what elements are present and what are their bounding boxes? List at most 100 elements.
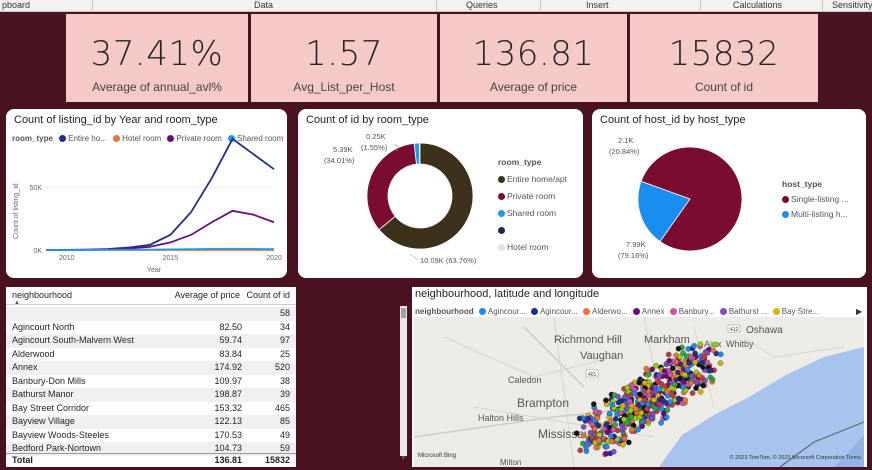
map-point[interactable] [656, 386, 662, 392]
map-point[interactable] [697, 341, 704, 347]
map-point[interactable] [656, 373, 662, 379]
map-point[interactable] [639, 423, 645, 430]
map-point[interactable] [603, 450, 609, 457]
map-point[interactable] [591, 425, 598, 432]
map-point[interactable] [653, 362, 659, 369]
map-point[interactable] [603, 397, 609, 404]
map-point[interactable] [636, 414, 643, 420]
map-point[interactable] [644, 406, 650, 412]
map-point[interactable] [577, 447, 583, 454]
map-point[interactable] [608, 438, 615, 445]
legend-item[interactable]: Single-listing ... [782, 192, 849, 207]
map-point[interactable] [660, 397, 667, 404]
map-point[interactable] [620, 441, 626, 448]
legend-item[interactable]: Hotel room [498, 239, 567, 256]
map-point[interactable] [583, 444, 589, 451]
map-point[interactable] [621, 435, 628, 442]
map-point[interactable] [699, 359, 706, 366]
map-point[interactable] [658, 420, 664, 426]
map-point[interactable] [658, 406, 665, 412]
map-point[interactable] [626, 439, 632, 446]
map-point[interactable] [688, 354, 694, 360]
map-point[interactable] [712, 341, 718, 348]
map-point[interactable] [573, 430, 580, 436]
map-point[interactable] [691, 343, 697, 349]
map-point[interactable] [680, 350, 686, 356]
map-point[interactable] [627, 392, 634, 398]
table-row[interactable]: Bayview Village 122.13 85 [6, 415, 296, 429]
legend-item[interactable] [498, 222, 567, 239]
map-point[interactable] [709, 376, 716, 383]
ribbon-tab-sensitivity[interactable]: Sensitivity [832, 0, 872, 11]
map-point[interactable] [652, 405, 658, 412]
map-point[interactable] [661, 383, 668, 390]
map-point[interactable] [689, 390, 696, 396]
map-point[interactable] [580, 424, 587, 430]
table-scrollbar[interactable] [400, 306, 407, 456]
scroll-down-icon[interactable]: ▼ [400, 455, 407, 462]
map-point[interactable] [628, 414, 634, 420]
legend-item[interactable]: Agincour... [488, 307, 526, 316]
map-point[interactable] [596, 432, 603, 438]
map-point[interactable] [576, 415, 583, 422]
legend-item[interactable]: Bay Stre... [782, 307, 819, 316]
ribbon-tab-calculations[interactable]: Calculations [733, 0, 782, 11]
map-point[interactable] [672, 381, 678, 388]
map-point[interactable] [675, 395, 682, 402]
map-point[interactable] [682, 397, 688, 403]
table-row[interactable]: Agincourt South-Malvern West 59.74 97 [6, 334, 296, 348]
map-point[interactable] [632, 406, 639, 412]
map-point[interactable] [621, 416, 627, 423]
map-point[interactable] [627, 398, 633, 405]
map-point[interactable] [682, 371, 688, 378]
map-point[interactable] [688, 380, 694, 387]
map-point[interactable] [648, 415, 655, 422]
pie-chart-card[interactable]: Count of host_id by host_type 2.1K (20.8… [592, 109, 866, 278]
header-neighbourhood[interactable]: neighbourhood [12, 289, 72, 303]
series-line-entire-ho-[interactable] [45, 137, 275, 251]
map-point[interactable] [593, 444, 599, 451]
legend-item[interactable]: Alderwo... [592, 307, 628, 316]
map-point[interactable] [661, 368, 668, 374]
map-point[interactable] [696, 372, 702, 379]
map-point[interactable] [694, 379, 700, 385]
map-point[interactable] [675, 369, 681, 376]
map-point[interactable] [580, 432, 587, 439]
series-line-private-room[interactable] [45, 209, 275, 251]
table-row[interactable]: Annex 174.92 520 [6, 361, 296, 375]
map-point[interactable] [704, 359, 711, 366]
map-point[interactable] [707, 367, 713, 374]
map-point[interactable] [700, 382, 706, 389]
map-point[interactable] [666, 357, 672, 364]
map-point[interactable] [610, 426, 617, 433]
table-row[interactable]: Agincourt North 82.50 34 [6, 321, 296, 335]
map-point[interactable] [650, 397, 657, 403]
kpi-listings-per-host[interactable]: 1.57 Avg_List_per_Host [251, 14, 437, 102]
map-point[interactable] [710, 347, 717, 354]
map-point[interactable] [612, 422, 619, 428]
header-average-price[interactable]: Average of price [175, 289, 240, 303]
map-card[interactable]: neighbourhood, latitude and longitude ne… [412, 287, 867, 467]
map-point[interactable] [609, 401, 616, 408]
map-point[interactable] [604, 443, 610, 450]
slice-private-room[interactable] [366, 142, 417, 231]
map-point[interactable] [612, 416, 619, 422]
map-attribution[interactable]: © 2023 TomTom, © 2023 Microsoft Corporat… [730, 455, 861, 461]
map-point[interactable] [660, 410, 667, 417]
table-row[interactable]: 58 [6, 307, 296, 321]
map-point[interactable] [681, 379, 687, 385]
neighbourhood-table[interactable]: neighbourhood Average of price Count of … [6, 287, 296, 467]
table-row[interactable]: Bathurst Manor 198.87 39 [6, 388, 296, 402]
map-point[interactable] [611, 448, 617, 455]
map-point[interactable] [646, 371, 652, 377]
map-point[interactable] [688, 373, 695, 379]
legend-item[interactable]: Private room [498, 188, 567, 205]
map-point[interactable] [675, 345, 682, 352]
map-point[interactable] [604, 421, 610, 427]
map-point[interactable] [589, 434, 595, 440]
map-point[interactable] [692, 359, 698, 366]
map-canvas[interactable]: 412 401 Richmond Hill Markham Oshawa Vau… [414, 317, 864, 467]
map-point[interactable] [670, 365, 676, 371]
map-point[interactable] [667, 371, 673, 378]
legend-next-icon[interactable]: ▶ [856, 307, 862, 316]
